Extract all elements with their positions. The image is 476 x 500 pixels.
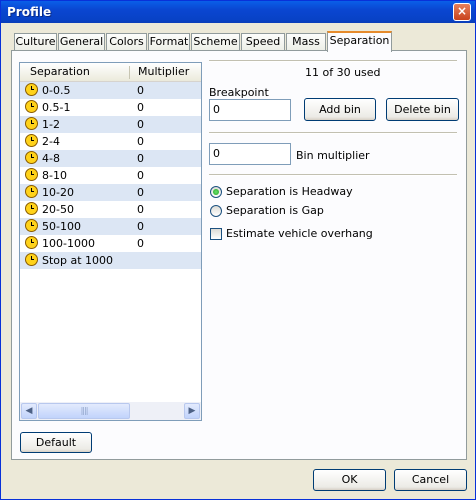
- tab-separation[interactable]: Separation: [327, 31, 392, 52]
- tab-format[interactable]: Format: [148, 33, 190, 51]
- divider: [209, 132, 457, 134]
- radio-gap[interactable]: [210, 205, 222, 217]
- clock-icon: [25, 219, 38, 232]
- row-value: 0: [137, 237, 144, 250]
- default-button[interactable]: Default: [20, 432, 92, 453]
- clock-icon: [25, 151, 38, 164]
- row-label: 0.5-1: [42, 101, 71, 114]
- bin-multiplier-input[interactable]: 0: [209, 143, 291, 165]
- row-value: 0: [137, 84, 144, 97]
- breakpoint-label: Breakpoint: [209, 86, 269, 99]
- row-label: 0-0.5: [42, 84, 71, 97]
- tab-speed[interactable]: Speed: [241, 33, 285, 51]
- list-row[interactable]: 10-20 0: [20, 184, 201, 201]
- clock-icon: [25, 134, 38, 147]
- row-label: 10-20: [42, 186, 74, 199]
- scrollbar-thumb[interactable]: ||||: [38, 403, 130, 419]
- column-header-multiplier[interactable]: Multiplier: [138, 65, 189, 78]
- profile-dialog: Profile × Culture General Colors Format …: [0, 0, 476, 500]
- estimate-overhang-label[interactable]: Estimate vehicle overhang: [226, 227, 373, 240]
- row-value: 0: [137, 169, 144, 182]
- clock-icon: [25, 236, 38, 249]
- row-label: 8-10: [42, 169, 67, 182]
- add-bin-button[interactable]: Add bin: [304, 98, 376, 121]
- row-label: Stop at 1000: [42, 254, 114, 267]
- clock-icon: [25, 117, 38, 130]
- list-row[interactable]: 2-4 0: [20, 133, 201, 150]
- radio-headway-label[interactable]: Separation is Headway: [226, 185, 353, 198]
- radio-headway[interactable]: [210, 186, 222, 198]
- list-row[interactable]: 8-10 0: [20, 167, 201, 184]
- horizontal-scrollbar[interactable]: ◀ |||| ▶: [20, 402, 201, 420]
- row-value: 0: [137, 152, 144, 165]
- row-value: 0: [137, 220, 144, 233]
- tab-colors[interactable]: Colors: [106, 33, 147, 51]
- list-header: Separation Multiplier: [20, 63, 201, 82]
- delete-bin-button[interactable]: Delete bin: [386, 98, 459, 121]
- list-row[interactable]: 50-100 0: [20, 218, 201, 235]
- row-value: 0: [137, 203, 144, 216]
- row-label: 100-1000: [42, 237, 95, 250]
- column-header-separation[interactable]: Separation: [30, 65, 90, 78]
- row-value: 0: [137, 101, 144, 114]
- list-row[interactable]: Stop at 1000: [20, 252, 201, 269]
- title-bar[interactable]: Profile ×: [1, 1, 475, 23]
- row-label: 1-2: [42, 118, 60, 131]
- list-row[interactable]: 0.5-1 0: [20, 99, 201, 116]
- divider: [209, 60, 457, 62]
- list-row[interactable]: 0-0.5 0: [20, 82, 201, 99]
- tab-culture[interactable]: Culture: [14, 33, 57, 51]
- separation-list[interactable]: Separation Multiplier 0-0.5 0 0.5-1 0 1-…: [19, 62, 202, 421]
- clock-icon: [25, 100, 38, 113]
- list-row[interactable]: 20-50 0: [20, 201, 201, 218]
- bin-multiplier-label: Bin multiplier: [296, 149, 370, 162]
- window-title: Profile: [7, 5, 52, 19]
- clock-icon: [25, 202, 38, 215]
- clock-icon: [25, 83, 38, 96]
- cancel-button[interactable]: Cancel: [394, 469, 467, 491]
- close-button[interactable]: ×: [453, 3, 471, 21]
- column-divider[interactable]: [129, 66, 130, 79]
- list-row[interactable]: 100-1000 0: [20, 235, 201, 252]
- row-label: 2-4: [42, 135, 60, 148]
- divider: [209, 174, 457, 176]
- tab-general[interactable]: General: [58, 33, 105, 51]
- ok-button[interactable]: OK: [313, 469, 386, 491]
- scroll-left-icon[interactable]: ◀: [21, 403, 37, 419]
- estimate-overhang-checkbox[interactable]: [210, 228, 222, 240]
- tab-scheme[interactable]: Scheme: [191, 33, 240, 51]
- scroll-right-icon[interactable]: ▶: [184, 403, 200, 419]
- list-row[interactable]: 1-2 0: [20, 116, 201, 133]
- clock-icon: [25, 185, 38, 198]
- clock-icon: [25, 253, 38, 266]
- row-value: 0: [137, 135, 144, 148]
- used-count-label: 11 of 30 used: [305, 66, 381, 79]
- tab-mass[interactable]: Mass: [286, 33, 326, 51]
- clock-icon: [25, 168, 38, 181]
- row-label: 20-50: [42, 203, 74, 216]
- row-label: 50-100: [42, 220, 81, 233]
- row-label: 4-8: [42, 152, 60, 165]
- row-value: 0: [137, 118, 144, 131]
- breakpoint-input[interactable]: 0: [209, 99, 291, 121]
- row-value: 0: [137, 186, 144, 199]
- list-row[interactable]: 4-8 0: [20, 150, 201, 167]
- radio-gap-label[interactable]: Separation is Gap: [226, 204, 324, 217]
